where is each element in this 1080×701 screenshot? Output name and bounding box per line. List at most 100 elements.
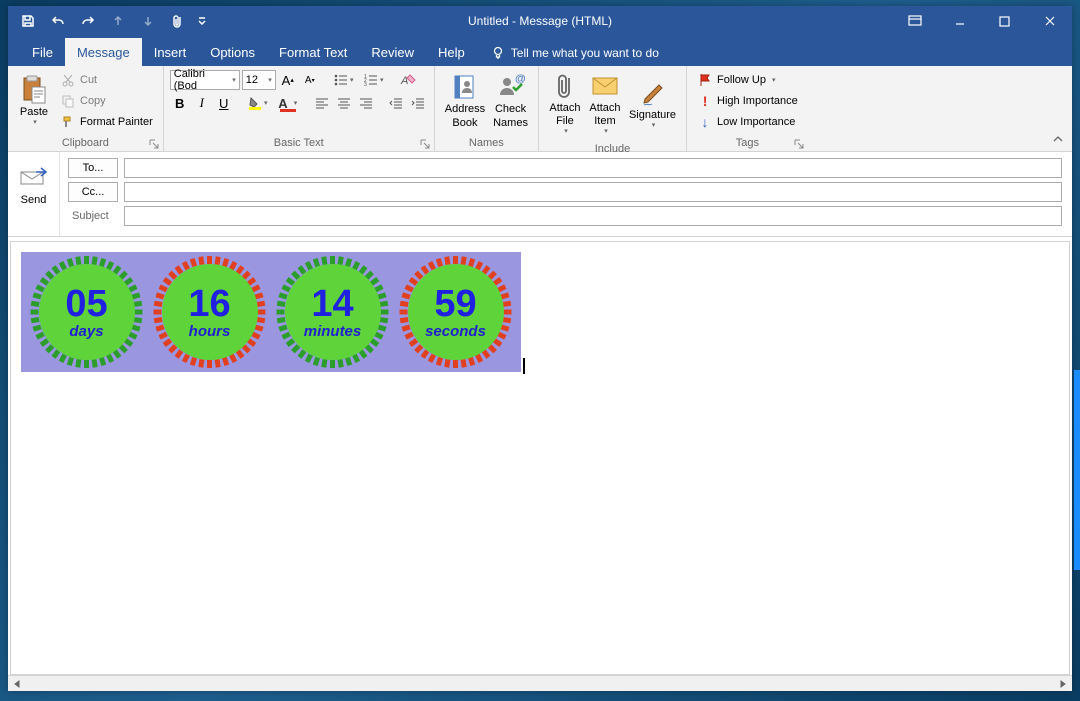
- copy-button[interactable]: Copy: [56, 91, 157, 111]
- message-body[interactable]: 05days16hours14minutes59seconds: [10, 241, 1070, 675]
- bold-icon[interactable]: B: [170, 93, 190, 113]
- dialog-launcher-icon[interactable]: [794, 139, 804, 149]
- ribbon-tabs: File Message Insert Options Format Text …: [8, 36, 1072, 66]
- window-title: Untitled - Message (HTML): [468, 14, 612, 28]
- dialog-launcher-icon[interactable]: [149, 139, 159, 149]
- grow-font-icon[interactable]: A▴: [278, 70, 298, 90]
- tab-format-text[interactable]: Format Text: [267, 38, 359, 66]
- tab-insert[interactable]: Insert: [142, 38, 199, 66]
- follow-up-button[interactable]: Follow Up▾: [693, 70, 802, 90]
- subject-input[interactable]: [124, 206, 1062, 226]
- clear-formatting-icon[interactable]: A: [398, 70, 418, 90]
- cc-input[interactable]: [124, 182, 1062, 202]
- scroll-right-icon[interactable]: [1056, 677, 1070, 691]
- bullets-icon[interactable]: ▾: [330, 70, 358, 90]
- numbering-icon[interactable]: 123▾: [360, 70, 388, 90]
- copy-icon: [60, 93, 76, 109]
- group-label-basic-text: Basic Text: [164, 135, 434, 152]
- countdown-hours: 16hours: [153, 255, 267, 369]
- tab-help[interactable]: Help: [426, 38, 477, 66]
- countdown-widget: 05days16hours14minutes59seconds: [21, 252, 521, 372]
- svg-text:@: @: [515, 73, 525, 85]
- to-input[interactable]: [124, 158, 1062, 178]
- undo-icon[interactable]: [46, 9, 70, 33]
- font-name-selector[interactable]: Calibri (Bod▾: [170, 70, 240, 90]
- ribbon-display-icon[interactable]: [892, 6, 937, 36]
- ribbon-group-basic-text: Calibri (Bod▾ 12▾ A▴ A▾ ▾ 123▾ A B I U ▾: [164, 66, 435, 152]
- message-header: Send To... Cc... Subject: [8, 152, 1072, 237]
- collapse-ribbon-icon[interactable]: [1052, 133, 1066, 147]
- tab-options[interactable]: Options: [198, 38, 267, 66]
- group-label-names: Names: [435, 135, 538, 152]
- save-icon[interactable]: [16, 9, 40, 33]
- font-size-selector[interactable]: 12▾: [242, 70, 276, 90]
- increase-indent-icon[interactable]: [408, 93, 428, 113]
- send-column: Send: [8, 152, 60, 236]
- flag-icon: [697, 72, 713, 88]
- font-color-icon[interactable]: A▾: [274, 93, 302, 113]
- text-cursor: [523, 358, 525, 374]
- to-button[interactable]: To...: [68, 158, 118, 178]
- countdown-minutes-value: 14: [311, 285, 353, 323]
- decorative-strip: [1074, 370, 1080, 570]
- dialog-launcher-icon[interactable]: [420, 139, 430, 149]
- countdown-minutes: 14minutes: [276, 255, 390, 369]
- paintbrush-icon: [60, 114, 76, 130]
- paste-button[interactable]: Paste ▾: [14, 72, 54, 130]
- cc-button[interactable]: Cc...: [68, 182, 118, 202]
- attach-item-button[interactable]: AttachItem▾: [585, 68, 625, 139]
- envelope-icon: [589, 70, 621, 102]
- address-book-button[interactable]: AddressBook: [441, 69, 489, 131]
- down-arrow-icon: ↓: [697, 114, 713, 130]
- attach-icon[interactable]: [166, 9, 190, 33]
- lightbulb-icon: [491, 46, 505, 60]
- check-names-button[interactable]: @ CheckNames: [489, 69, 532, 131]
- svg-text:A: A: [400, 75, 408, 87]
- tab-review[interactable]: Review: [359, 38, 426, 66]
- low-importance-button[interactable]: ↓ Low Importance: [693, 112, 802, 132]
- signature-button[interactable]: Signature ▾: [625, 75, 680, 133]
- countdown-seconds: 59seconds: [399, 255, 513, 369]
- ribbon-group-clipboard: Paste ▾ Cut Copy Format Painter: [8, 66, 164, 152]
- countdown-days-value: 05: [65, 285, 107, 323]
- scroll-left-icon[interactable]: [10, 677, 24, 691]
- ribbon-group-tags: Follow Up▾ ! High Importance ↓ Low Impor…: [687, 66, 808, 152]
- maximize-icon[interactable]: [982, 6, 1027, 36]
- high-importance-button[interactable]: ! High Importance: [693, 91, 802, 111]
- countdown-seconds-label: seconds: [425, 323, 486, 340]
- tab-message[interactable]: Message: [65, 38, 142, 66]
- group-label-clipboard: Clipboard: [8, 135, 163, 152]
- highlight-icon[interactable]: ▾: [244, 93, 272, 113]
- send-button[interactable]: [16, 160, 52, 190]
- align-right-icon[interactable]: [356, 93, 376, 113]
- countdown-hours-value: 16: [188, 285, 230, 323]
- clipboard-icon: [18, 74, 50, 106]
- book-icon: [449, 71, 481, 103]
- countdown-days: 05days: [30, 255, 144, 369]
- align-center-icon[interactable]: [334, 93, 354, 113]
- tab-file[interactable]: File: [20, 38, 65, 66]
- ribbon-group-include: AttachFile▾ AttachItem▾ Signature ▾ Incl…: [539, 66, 687, 152]
- horizontal-scrollbar[interactable]: [8, 675, 1072, 691]
- up-arrow-icon[interactable]: [106, 9, 130, 33]
- cut-button[interactable]: Cut: [56, 70, 157, 90]
- align-left-icon[interactable]: [312, 93, 332, 113]
- redo-icon[interactable]: [76, 9, 100, 33]
- format-painter-button[interactable]: Format Painter: [56, 112, 157, 132]
- exclamation-icon: !: [697, 93, 713, 109]
- down-arrow-icon[interactable]: [136, 9, 160, 33]
- close-icon[interactable]: [1027, 6, 1072, 36]
- group-label-include: Include: [539, 141, 686, 158]
- tell-me-search[interactable]: Tell me what you want to do: [485, 40, 665, 66]
- shrink-font-icon[interactable]: A▾: [300, 70, 320, 90]
- ribbon: Paste ▾ Cut Copy Format Painter: [8, 66, 1072, 152]
- minimize-icon[interactable]: [937, 6, 982, 36]
- send-label: Send: [21, 194, 47, 206]
- underline-icon[interactable]: U: [214, 93, 234, 113]
- decrease-indent-icon[interactable]: [386, 93, 406, 113]
- italic-icon[interactable]: I: [192, 93, 212, 113]
- group-label-tags: Tags: [687, 135, 808, 152]
- titlebar: Untitled - Message (HTML): [8, 6, 1072, 36]
- attach-file-button[interactable]: AttachFile▾: [545, 68, 585, 139]
- qat-dropdown-icon[interactable]: [196, 9, 208, 33]
